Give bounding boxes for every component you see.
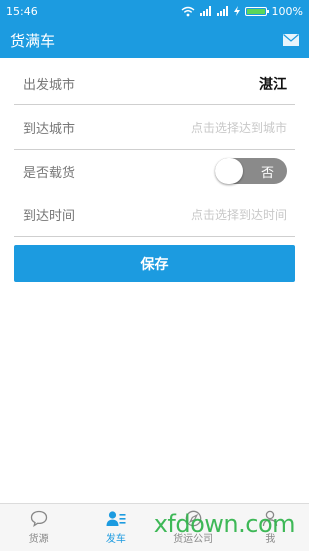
tab-cargo-source[interactable]: 货源 <box>0 504 77 551</box>
person-icon <box>263 510 278 527</box>
toggle-state-text: 否 <box>260 166 274 181</box>
battery-percent: 100% <box>271 4 303 18</box>
compass-icon <box>185 510 201 527</box>
status-icons: 100% <box>181 5 303 18</box>
tab-label: 货源 <box>28 534 49 545</box>
battery-icon <box>244 6 269 16</box>
arrival-city-placeholder: 点击选择达到城市 <box>190 120 287 135</box>
user-list-icon <box>106 511 126 526</box>
departure-city-label: 出发城市 <box>23 78 76 93</box>
departure-city-field[interactable]: 出发城市 湛江 <box>14 63 295 105</box>
page-title: 货满车 <box>10 31 56 50</box>
bottom-tab-bar: 货源 发车 货运公司 我 <box>0 503 309 551</box>
arrival-time-field[interactable]: 到达时间 点击选择到达时间 <box>14 192 295 237</box>
trip-form: 出发城市 湛江 到达城市 点击选择达到城市 是否载货 否 到达时间 点击选择到达… <box>14 58 295 237</box>
arrival-city-label: 到达城市 <box>23 121 76 137</box>
save-button[interactable]: 保存 <box>14 245 295 282</box>
status-bar: 15:46 100% <box>0 0 309 22</box>
loaded-toggle[interactable]: 否 <box>215 158 287 184</box>
tab-freight-company[interactable]: 货运公司 <box>155 504 232 551</box>
tab-dispatch[interactable]: 发车 <box>77 504 154 551</box>
tab-me[interactable]: 我 <box>232 504 309 551</box>
charging-icon <box>233 6 240 16</box>
battery-level <box>246 8 265 14</box>
loaded-switch-row: 是否载货 否 <box>14 150 295 192</box>
wifi-icon <box>181 6 194 16</box>
arrival-time-label: 到达时间 <box>23 208 76 224</box>
mail-icon[interactable] <box>283 34 299 46</box>
tab-label: 发车 <box>105 534 126 545</box>
signal-icon <box>199 6 211 16</box>
tab-label: 我 <box>265 534 276 545</box>
arrival-city-field[interactable]: 到达城市 点击选择达到城市 <box>14 105 295 150</box>
loaded-label: 是否载货 <box>23 165 76 181</box>
toggle-knob <box>215 158 243 184</box>
chat-bubble-icon <box>30 510 47 527</box>
signal-icon <box>216 6 228 16</box>
arrival-time-placeholder: 点击选择到达时间 <box>190 207 287 222</box>
status-time: 15:46 <box>6 4 38 18</box>
departure-city-value: 湛江 <box>259 76 287 93</box>
tab-label: 货运公司 <box>173 534 214 545</box>
app-header: 货满车 <box>0 22 309 58</box>
